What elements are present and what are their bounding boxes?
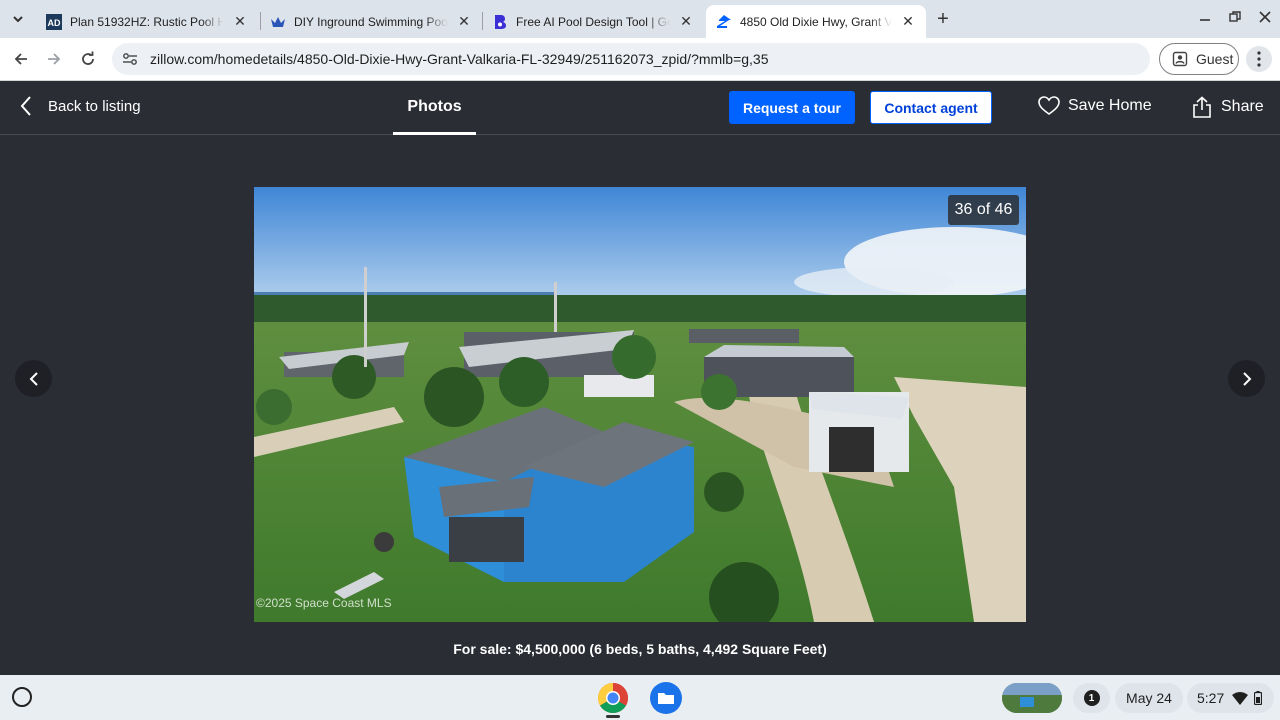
svg-text:AD: AD (48, 18, 61, 28)
chevron-left-icon (20, 95, 32, 117)
photo-viewer-header: Back to listing Photos Request a tour Co… (0, 81, 1280, 135)
site-settings-icon[interactable] (122, 52, 138, 66)
tab-title: DIY Inground Swimming Pool Kits (294, 14, 448, 29)
restore-button[interactable] (1222, 6, 1248, 28)
crown-icon (270, 14, 286, 30)
tab-title: Free AI Pool Design Tool | Generate (516, 14, 670, 29)
notification-tray[interactable]: 1 (1073, 683, 1110, 713)
restore-icon (1229, 11, 1241, 22)
minimize-button[interactable] (1192, 6, 1218, 28)
url-text: zillow.com/homedetails/4850-Old-Dixie-Hw… (150, 51, 769, 67)
share-button[interactable]: Share (1191, 96, 1264, 118)
tab-search-button[interactable] (6, 7, 30, 31)
tab-strip: AD Plan 51932HZ: Rustic Pool House ✕ DIY… (0, 0, 1280, 38)
listing-photo[interactable] (254, 187, 1026, 622)
profile-button[interactable]: Guest (1159, 43, 1239, 75)
browser-toolbar: zillow.com/homedetails/4850-Old-Dixie-Hw… (0, 38, 1280, 81)
tab-title: 4850 Old Dixie Hwy, Grant Valkaria (740, 14, 892, 29)
date-label: May 24 (1126, 690, 1172, 706)
tab-ai-pool-design[interactable]: Free AI Pool Design Tool | Generate ✕ (482, 5, 704, 38)
close-icon[interactable]: ✕ (678, 13, 694, 30)
more-vert-icon (1257, 51, 1261, 67)
close-icon[interactable]: ✕ (232, 13, 248, 30)
photo-watermark: ©2025 Space Coast MLS (256, 596, 392, 610)
photo-gallery (0, 136, 1280, 675)
share-label: Share (1221, 98, 1264, 115)
wifi-icon (1232, 691, 1249, 705)
request-tour-button[interactable]: Request a tour (729, 91, 855, 124)
chrome-icon[interactable] (597, 682, 629, 714)
screen-capture-thumbnail[interactable] (1002, 683, 1062, 713)
chevron-left-icon (29, 371, 38, 386)
tab-plan[interactable]: AD Plan 51932HZ: Rustic Pool House ✕ (36, 5, 258, 38)
os-shelf: 1 May 24 5:27 (0, 675, 1280, 720)
close-icon[interactable]: ✕ (900, 13, 916, 30)
close-window-button[interactable] (1252, 6, 1278, 28)
files-icon[interactable] (650, 682, 682, 714)
zillow-icon (716, 14, 732, 30)
tab-photos[interactable]: Photos (393, 81, 476, 135)
chevron-down-icon (13, 16, 23, 23)
next-photo-button[interactable] (1228, 360, 1265, 397)
forward-button[interactable] (41, 46, 67, 72)
tab-title: Plan 51932HZ: Rustic Pool House (70, 14, 224, 29)
contact-agent-button[interactable]: Contact agent (870, 91, 992, 124)
guest-profile-icon (1172, 51, 1188, 67)
date-tray[interactable]: May 24 (1115, 683, 1183, 713)
time-label: 5:27 (1197, 690, 1225, 706)
profile-label: Guest (1196, 51, 1234, 67)
back-button[interactable] (8, 46, 34, 72)
save-home-button[interactable]: Save Home (1038, 96, 1152, 116)
save-home-label: Save Home (1068, 97, 1152, 114)
browser-menu-button[interactable] (1246, 46, 1272, 72)
address-bar[interactable]: zillow.com/homedetails/4850-Old-Dixie-Hw… (112, 43, 1150, 75)
tab-zillow-listing[interactable]: 4850 Old Dixie Hwy, Grant Valkaria ✕ (706, 5, 926, 38)
reload-button[interactable] (75, 46, 101, 72)
reload-icon (82, 51, 94, 65)
close-icon[interactable]: ✕ (456, 13, 472, 30)
new-tab-button[interactable]: + (932, 8, 954, 30)
notification-count-badge: 1 (1083, 690, 1100, 706)
arrow-right-icon (48, 53, 61, 65)
previous-photo-button[interactable] (15, 360, 52, 397)
back-to-listing-link[interactable]: Back to listing (20, 95, 141, 117)
listing-caption: For sale: $4,500,000 (6 beds, 5 baths, 4… (453, 641, 827, 657)
arrow-left-icon (14, 53, 27, 65)
heart-icon (1038, 96, 1060, 116)
minimize-icon (1200, 19, 1210, 21)
tab-diy-pool[interactable]: DIY Inground Swimming Pool Kits ✕ (260, 5, 482, 38)
status-tray[interactable]: 5:27 (1187, 683, 1274, 713)
battery-icon (1254, 691, 1263, 705)
chevron-right-icon (1242, 371, 1251, 386)
share-icon (1191, 96, 1213, 118)
architectural-designs-icon: AD (46, 13, 62, 30)
back-to-listing-label: Back to listing (48, 97, 141, 115)
active-app-indicator (606, 715, 620, 718)
close-icon (1259, 11, 1271, 23)
launcher-button[interactable] (12, 687, 32, 707)
b-logo-icon (492, 14, 508, 30)
photo-counter-badge: 36 of 46 (948, 195, 1019, 225)
